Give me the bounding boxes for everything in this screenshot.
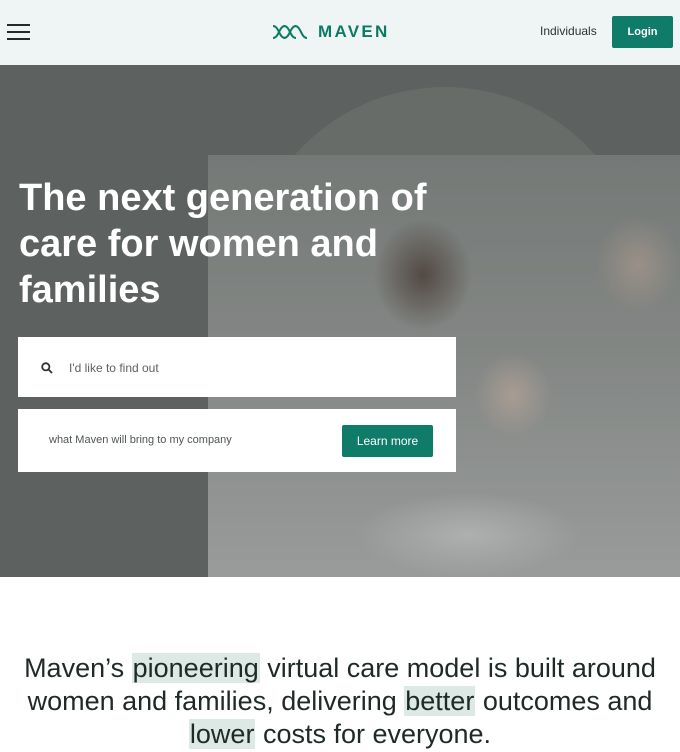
mission-highlight-lower: lower xyxy=(188,719,256,749)
search-placeholder: I'd like to find out xyxy=(69,361,159,375)
company-prompt-text: what Maven will bring to my company xyxy=(49,434,232,446)
logo-text: MAVEN xyxy=(318,22,390,41)
learn-more-button[interactable]: Learn more xyxy=(342,425,433,457)
search-icon xyxy=(41,362,53,374)
mission-text-1: Maven’s xyxy=(24,653,132,683)
mission-highlight-pioneering: pioneering xyxy=(131,653,260,683)
nav-link-individuals[interactable]: Individuals xyxy=(540,24,597,38)
maven-logo[interactable]: MAVEN xyxy=(272,21,390,43)
mission-statement: Maven’s pioneering virtual care model is… xyxy=(0,652,680,751)
company-prompt-box: what Maven will bring to my company Lear… xyxy=(18,409,456,472)
mission-text-4: costs for everyone. xyxy=(255,719,492,749)
hero-section: The next generation of care for women an… xyxy=(0,65,680,577)
maven-logo-icon xyxy=(272,25,308,39)
hero-title: The next generation of care for women an… xyxy=(19,177,427,311)
mission-text-3: outcomes and xyxy=(475,686,653,716)
search-input[interactable]: I'd like to find out xyxy=(18,337,456,397)
mission-highlight-better: better xyxy=(404,686,476,716)
login-button[interactable]: Login xyxy=(612,16,673,48)
hero-overlay xyxy=(0,65,680,577)
site-header: MAVEN Individuals Login xyxy=(0,0,680,65)
hamburger-menu-icon[interactable] xyxy=(7,24,30,40)
